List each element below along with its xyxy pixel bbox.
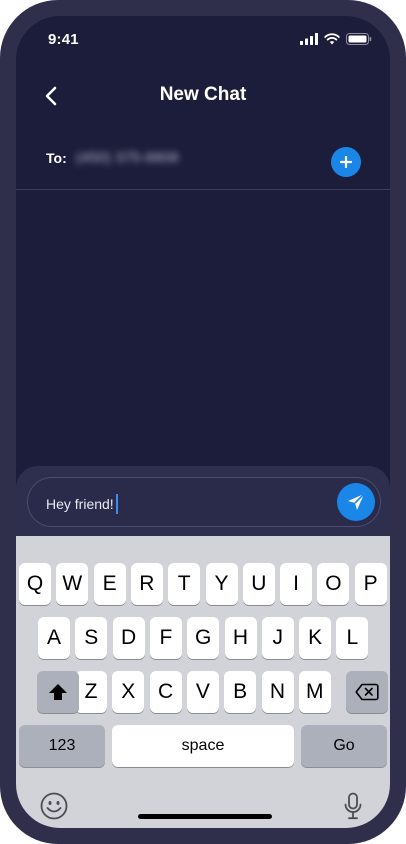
- chat-screen: 9:41 New Chat To: (450) 375-6808 Hey fri…: [16, 16, 390, 828]
- keyboard: QWERTYUIOP ASDFGHJKL ZXCVBNM 123 space G…: [16, 536, 390, 828]
- key-j[interactable]: J: [261, 617, 294, 659]
- space-key[interactable]: space: [112, 725, 294, 767]
- recipient-field[interactable]: (450) 375-6808: [76, 149, 179, 165]
- key-e[interactable]: E: [93, 563, 126, 605]
- emoji-icon: [40, 792, 68, 820]
- wifi-icon: [324, 33, 340, 45]
- go-key[interactable]: Go: [301, 725, 387, 767]
- key-o[interactable]: O: [317, 563, 350, 605]
- key-p[interactable]: P: [354, 563, 387, 605]
- key-y[interactable]: Y: [205, 563, 238, 605]
- key-k[interactable]: K: [299, 617, 332, 659]
- message-text: Hey friend!: [46, 496, 114, 512]
- microphone-icon: [344, 792, 362, 820]
- key-i[interactable]: I: [280, 563, 313, 605]
- key-l[interactable]: L: [336, 617, 369, 659]
- key-g[interactable]: G: [187, 617, 220, 659]
- dictation-button[interactable]: [344, 792, 362, 825]
- key-c[interactable]: C: [149, 671, 182, 713]
- key-s[interactable]: S: [75, 617, 108, 659]
- key-r[interactable]: R: [130, 563, 163, 605]
- shift-key[interactable]: [37, 671, 79, 713]
- delete-key[interactable]: [346, 671, 388, 713]
- key-t[interactable]: T: [168, 563, 201, 605]
- page-title: New Chat: [159, 84, 247, 105]
- key-b[interactable]: B: [224, 671, 257, 713]
- key-z[interactable]: Z: [75, 671, 107, 713]
- battery-icon: [346, 33, 372, 45]
- key-q[interactable]: Q: [19, 563, 51, 605]
- key-n[interactable]: N: [261, 671, 294, 713]
- key-u[interactable]: U: [242, 563, 275, 605]
- signal-icon: [300, 33, 318, 45]
- send-button[interactable]: [337, 483, 375, 521]
- key-d[interactable]: D: [112, 617, 145, 659]
- message-text-wrap: Hey friend!: [46, 494, 118, 514]
- status-icons: [300, 32, 372, 46]
- add-recipient-button[interactable]: [331, 147, 361, 177]
- key-v[interactable]: V: [186, 671, 219, 713]
- send-icon: [348, 493, 365, 510]
- home-indicator[interactable]: [138, 814, 272, 819]
- plus-icon: [340, 156, 352, 168]
- text-cursor: [115, 494, 118, 514]
- status-time: 9:41: [48, 31, 79, 48]
- key-m[interactable]: M: [298, 671, 331, 713]
- divider: [16, 189, 390, 190]
- key-x[interactable]: X: [112, 671, 145, 713]
- numbers-key[interactable]: 123: [19, 725, 105, 767]
- emoji-button[interactable]: [40, 792, 68, 825]
- phone-frame: 9:41 New Chat To: (450) 375-6808 Hey fri…: [0, 0, 406, 844]
- shift-icon: [49, 684, 67, 700]
- key-w[interactable]: W: [56, 563, 89, 605]
- backspace-icon: [355, 683, 379, 701]
- key-a[interactable]: A: [38, 617, 70, 659]
- key-f[interactable]: F: [149, 617, 182, 659]
- key-h[interactable]: H: [224, 617, 257, 659]
- to-label: To:: [46, 150, 67, 166]
